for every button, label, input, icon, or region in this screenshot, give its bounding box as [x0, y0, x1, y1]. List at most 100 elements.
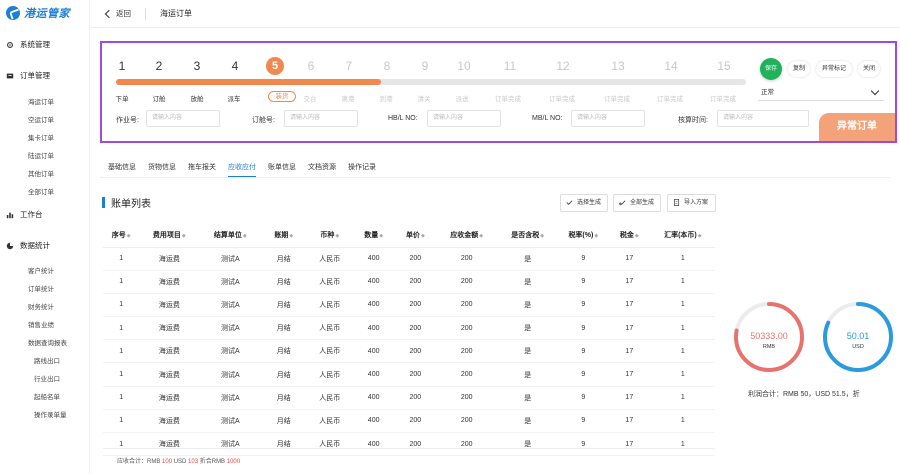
step-13-number[interactable]: 13	[608, 59, 628, 73]
table-row[interactable]: 1 海运费 测试A 月结 人民币 400 200 200 是 9 17 1	[103, 316, 715, 341]
table-row[interactable]: 1 海运费 测试A 月结 人民币 400 200 200 是 9 17 1	[103, 293, 715, 318]
hbl-number-input[interactable]: 请输入内容	[427, 110, 501, 127]
back-button[interactable]: 返回	[104, 8, 131, 19]
column-header[interactable]: 序号◆	[103, 223, 140, 248]
job-number-input[interactable]: 请输入内容	[146, 110, 220, 127]
import-scheme-button[interactable]: 导入方案	[667, 194, 716, 212]
step-8-label[interactable]: 到港	[369, 93, 403, 103]
sidebar-group-stats[interactable]: 数据统计	[6, 240, 50, 251]
step-7-number[interactable]: 7	[339, 59, 359, 73]
step-9-number[interactable]: 9	[415, 59, 435, 73]
tab-5[interactable]: 文档资源	[308, 162, 336, 178]
settle-time-input[interactable]: 请输入内容	[717, 110, 809, 127]
step-2-number[interactable]: 2	[149, 59, 169, 73]
tab-0[interactable]: 基础信息	[108, 162, 136, 178]
column-header[interactable]: 是否含税◆	[496, 223, 559, 248]
mbl-number-input[interactable]: 请输入内容	[571, 110, 645, 127]
step-11-number[interactable]: 11	[500, 59, 520, 73]
close-button[interactable]: 关闭	[858, 61, 880, 77]
sort-icon[interactable]: ◆	[698, 233, 702, 239]
sort-icon[interactable]: ◆	[594, 233, 598, 239]
column-header[interactable]: 结算单位◆	[199, 223, 262, 248]
step-7-label[interactable]: 离港	[331, 93, 365, 103]
generate-all-button[interactable]: 全部生成	[613, 194, 661, 212]
step-14-label[interactable]: 订单完成	[653, 93, 687, 103]
sort-icon[interactable]: ◆	[635, 233, 639, 239]
sidebar-group-workbench[interactable]: 工作台	[6, 209, 43, 220]
sort-icon[interactable]: ◆	[182, 233, 186, 239]
step-2-label[interactable]: 订舱	[142, 93, 176, 103]
tab-1[interactable]: 货物信息	[148, 162, 176, 178]
column-header[interactable]: 税率(%)◆	[558, 223, 608, 248]
step-15-label[interactable]: 订单完成	[706, 93, 740, 103]
table-row[interactable]: 1 海运费 测试A 月结 人民币 400 200 200 是 9 17 1	[103, 362, 715, 387]
sidebar-item-finance-stats[interactable]: 财务统计	[28, 301, 54, 311]
table-row[interactable]: 1 海运费 测试A 月结 人民币 400 200 200 是 9 17 1	[103, 339, 715, 364]
table-row[interactable]: 1 海运费 测试A 月结 人民币 400 200 200 是 9 17 1	[103, 386, 715, 410]
sidebar-item-order-stats[interactable]: 订单统计	[28, 283, 54, 293]
step-6-label[interactable]: 交台	[293, 93, 327, 103]
column-header[interactable]: 账期◆	[261, 223, 307, 248]
sort-icon[interactable]: ◆	[379, 233, 383, 239]
booking-number-input[interactable]: 请输入内容	[284, 110, 358, 127]
copy-button[interactable]: 复制	[788, 61, 810, 77]
sidebar-group-orders[interactable]: 订单管理	[6, 70, 50, 81]
tab-4[interactable]: 账单信息	[268, 162, 296, 178]
step-5-number[interactable]: 5	[266, 57, 284, 75]
step-12-number[interactable]: 12	[553, 59, 573, 73]
sidebar-item-truck-order[interactable]: 集卡订单	[28, 132, 54, 142]
sidebar-item-customer-stats[interactable]: 客户统计	[28, 265, 54, 275]
save-button[interactable]: 保存	[760, 58, 782, 80]
table-row[interactable]: 1 海运费 测试A 月结 人民币 400 200 200 是 9 17 1	[103, 247, 715, 271]
step-4-label[interactable]: 派车	[217, 93, 251, 103]
sidebar-item-land-order[interactable]: 陆运订单	[28, 150, 54, 160]
sidebar-group-system[interactable]: 系统管理	[6, 39, 50, 50]
step-8-number[interactable]: 8	[377, 59, 397, 73]
column-header[interactable]: 费用项目◆	[139, 223, 200, 248]
step-4-number[interactable]: 4	[225, 59, 245, 73]
sidebar-item-data-report[interactable]: 数据查询报表	[28, 337, 67, 347]
column-header[interactable]: 单价◆	[393, 223, 437, 248]
step-14-number[interactable]: 14	[661, 59, 681, 73]
sidebar-item-sea-order[interactable]: 海运订单	[28, 96, 54, 106]
step-3-number[interactable]: 3	[187, 59, 207, 73]
sort-icon[interactable]: ◆	[289, 233, 293, 239]
tab-2[interactable]: 拖车报关	[188, 162, 216, 178]
sidebar-item-industry-export[interactable]: 行业出口	[34, 373, 60, 383]
column-header[interactable]: 数量◆	[353, 223, 394, 248]
sort-icon[interactable]: ◆	[127, 233, 131, 239]
select-generate-button[interactable]: 选择生成	[560, 194, 608, 212]
step-12-label[interactable]: 订单完成	[545, 93, 579, 103]
column-header[interactable]: 汇率(本币)◆	[650, 223, 715, 248]
app-logo[interactable]: 港运管家	[6, 5, 70, 21]
sidebar-item-air-order[interactable]: 空运订单	[28, 114, 54, 124]
step-10-label[interactable]: 派送	[445, 93, 479, 103]
status-select[interactable]: 正常	[758, 85, 884, 101]
step-10-number[interactable]: 10	[454, 59, 474, 73]
step-15-number[interactable]: 15	[714, 59, 734, 73]
step-6-number[interactable]: 6	[301, 59, 321, 73]
sort-icon[interactable]: ◆	[421, 233, 425, 239]
sidebar-item-ship-list[interactable]: 起船名单	[34, 391, 60, 401]
column-header[interactable]: 税金◆	[607, 223, 651, 248]
step-3-label[interactable]: 放舱	[180, 93, 214, 103]
column-header[interactable]: 币种◆	[306, 223, 354, 248]
sort-icon[interactable]: ◆	[243, 233, 247, 239]
step-11-label[interactable]: 订单完成	[491, 93, 525, 103]
sidebar-item-other-order[interactable]: 其他订单	[28, 168, 54, 178]
column-header[interactable]: 应收金额◆	[436, 223, 497, 248]
sidebar-item-all-orders[interactable]: 全部订单	[28, 186, 54, 196]
sort-icon[interactable]: ◆	[335, 233, 339, 239]
step-13-label[interactable]: 订单完成	[600, 93, 634, 103]
step-5-label[interactable]: 装货	[268, 91, 296, 102]
table-row[interactable]: 1 海运费 测试A 月结 人民币 400 200 200 是 9 17 1	[103, 409, 715, 434]
step-1-number[interactable]: 1	[112, 59, 132, 73]
table-row[interactable]: 1 海运费 测试A 月结 人民币 400 200 200 是 9 17 1	[103, 270, 715, 294]
abnormal-mark-button[interactable]: 异常标记	[816, 61, 852, 77]
sort-icon[interactable]: ◆	[540, 233, 544, 239]
tab-6[interactable]: 操作记录	[348, 162, 376, 178]
step-9-label[interactable]: 清关	[407, 93, 441, 103]
sidebar-item-route-export[interactable]: 路线出口	[34, 355, 60, 365]
tab-3[interactable]: 应收应付	[228, 162, 256, 178]
sort-icon[interactable]: ◆	[479, 233, 483, 239]
